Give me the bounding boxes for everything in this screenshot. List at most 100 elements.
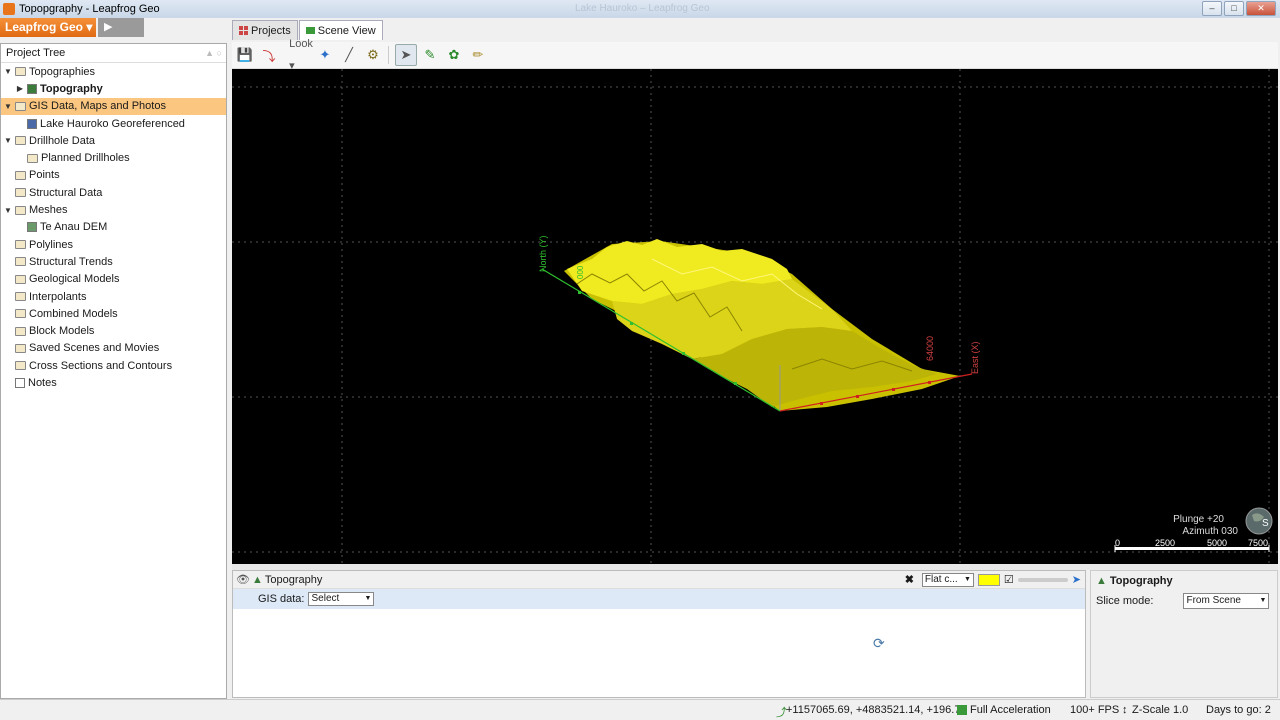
slice-panel-title: Topography bbox=[1109, 575, 1173, 587]
tree-item[interactable]: Combined Models bbox=[1, 305, 226, 322]
tree-item-label: Te Anau DEM bbox=[40, 221, 108, 234]
zscale-icon[interactable]: ↕ bbox=[1122, 704, 1128, 716]
slice-mode-value: From Scene bbox=[1186, 595, 1241, 606]
folder-icon bbox=[15, 136, 26, 146]
tree-item[interactable]: Structural Data bbox=[1, 184, 226, 201]
ghost-window-title: Lake Hauroko – Leapfrog Geo bbox=[575, 3, 710, 14]
folder-icon bbox=[15, 170, 26, 180]
tree-item-label: Interpolants bbox=[29, 290, 87, 303]
orientation-globe-icon[interactable]: S bbox=[1245, 507, 1273, 535]
checkbox-icon[interactable]: ☑ bbox=[1004, 573, 1014, 586]
properties-controls: ✖ Flat c... ▼ ☑ ➤ bbox=[905, 572, 1081, 587]
tree-item[interactable]: ▼ Topographies bbox=[1, 63, 226, 80]
slice-mode-label: Slice mode: bbox=[1096, 595, 1154, 607]
east-tick-label: 64000 bbox=[925, 336, 935, 361]
opacity-slider[interactable] bbox=[1017, 577, 1068, 582]
tree-item[interactable]: Te Anau DEM bbox=[1, 219, 226, 236]
remove-icon[interactable]: ✖ bbox=[905, 573, 914, 586]
tab-projects-label: Projects bbox=[251, 24, 291, 37]
tab-scene-view-label: Scene View bbox=[317, 24, 376, 37]
tree-item[interactable]: Saved Scenes and Movies bbox=[1, 340, 226, 357]
gis-data-select[interactable]: Select ▼ bbox=[308, 592, 375, 606]
folder-icon bbox=[15, 188, 26, 198]
tree-item[interactable]: Cross Sections and Contours bbox=[1, 357, 226, 374]
tree-item-label: Topography bbox=[40, 82, 103, 95]
folder-icon bbox=[15, 257, 26, 267]
look-dropdown[interactable]: Look ▾ bbox=[289, 38, 313, 72]
tree-item[interactable]: ▼ Meshes bbox=[1, 201, 226, 218]
tree-item-label: Structural Trends bbox=[29, 255, 113, 268]
ruler-tool-icon[interactable]: ╱ bbox=[338, 44, 360, 66]
folder-icon bbox=[15, 274, 26, 284]
scale-label-2500: 2500 bbox=[1155, 538, 1175, 548]
folder-icon bbox=[15, 205, 26, 215]
close-button[interactable]: ✕ bbox=[1246, 1, 1276, 16]
share-scene-icon[interactable]: ⤵ bbox=[258, 44, 280, 66]
properties-title: Topography bbox=[264, 573, 323, 586]
tree-item-label: Polylines bbox=[29, 238, 74, 251]
select-pointer-icon[interactable]: ➤ bbox=[395, 44, 417, 66]
loading-cursor-icon: ⟳ bbox=[873, 635, 885, 651]
tree-item-label: GIS Data, Maps and Photos bbox=[29, 100, 166, 113]
tree-item-label: Points bbox=[29, 169, 60, 182]
tree-item[interactable]: ▼ Drillhole Data bbox=[1, 132, 226, 149]
scale-label-5000: 5000 bbox=[1207, 538, 1227, 548]
folder-icon bbox=[15, 309, 26, 319]
expand-down-icon[interactable]: ▼ bbox=[3, 136, 13, 145]
draw-line-icon[interactable]: ✎ bbox=[419, 44, 441, 66]
folder-icon bbox=[15, 101, 26, 111]
slice-tool-icon[interactable]: ✦ bbox=[314, 44, 336, 66]
expand-right-icon[interactable]: ▶ bbox=[15, 84, 25, 93]
tree-item[interactable]: Structural Trends bbox=[1, 253, 226, 270]
leapfrog-geo-menu-button[interactable]: Leapfrog Geo ▾ bbox=[0, 18, 96, 37]
minimize-button[interactable]: – bbox=[1202, 1, 1222, 16]
scene-viewport[interactable]: North (Y) 000 East (X) 64000 Plunge +20 … bbox=[232, 69, 1278, 564]
tree-item[interactable]: ▶ Topography bbox=[1, 80, 226, 97]
scene-canvas[interactable]: North (Y) 000 East (X) 64000 Plunge +20 … bbox=[232, 69, 1278, 564]
pin-icon[interactable]: ▲ ○ bbox=[205, 48, 222, 58]
tree-item[interactable]: Notes bbox=[1, 374, 226, 391]
mesh-icon bbox=[27, 222, 37, 233]
tree-item[interactable]: Points bbox=[1, 167, 226, 184]
tree-item-label: Geological Models bbox=[29, 273, 120, 286]
color-swatch[interactable] bbox=[977, 573, 1000, 586]
north-tick-label: 000 bbox=[576, 265, 585, 279]
play-button[interactable]: ▶ bbox=[98, 18, 144, 37]
display-mode-select[interactable]: Flat c... ▼ bbox=[921, 572, 974, 587]
save-scene-icon[interactable]: 💾 bbox=[234, 44, 256, 66]
tree-item-label: Meshes bbox=[29, 204, 68, 217]
drillhole-tool-icon[interactable]: ⚙ bbox=[362, 44, 384, 66]
grid-icon bbox=[239, 26, 248, 35]
tree-item[interactable]: Block Models bbox=[1, 322, 226, 339]
tree-item[interactable]: ▼ GIS Data, Maps and Photos bbox=[1, 97, 226, 115]
tree-item[interactable]: Polylines bbox=[1, 236, 226, 253]
tab-projects[interactable]: Projects bbox=[232, 20, 298, 40]
svg-text:S: S bbox=[1262, 518, 1269, 529]
expand-down-icon[interactable]: ▼ bbox=[3, 206, 13, 215]
tree-item-label: Notes bbox=[28, 376, 57, 389]
tree-item[interactable]: Geological Models bbox=[1, 271, 226, 288]
pencil-icon[interactable]: ✏ bbox=[467, 44, 489, 66]
topography-icon: ▲ bbox=[251, 573, 263, 586]
folder-icon bbox=[15, 240, 26, 250]
expand-down-icon[interactable]: ▼ bbox=[3, 102, 13, 111]
window-titlebar: Topopgraphy - Leapfrog Geo Lake Hauroko … bbox=[0, 0, 1280, 18]
draw-points-icon[interactable]: ✿ bbox=[443, 44, 465, 66]
tree-item[interactable]: Planned Drillholes bbox=[1, 149, 226, 166]
arrow-icon[interactable]: ➤ bbox=[1072, 573, 1081, 586]
tree-item[interactable]: Lake Hauroko Georeferenced bbox=[1, 115, 226, 132]
slice-mode-select[interactable]: From Scene ▼ bbox=[1183, 593, 1270, 609]
tree-item[interactable]: Interpolants bbox=[1, 288, 226, 305]
zscale-readout[interactable]: Z-Scale 1.0 bbox=[1132, 704, 1188, 716]
gis-data-row: GIS data: Select ▼ bbox=[233, 589, 1085, 609]
slice-panel-header: ▲ Topography bbox=[1091, 571, 1277, 591]
visibility-eye-icon[interactable]: 👁 bbox=[236, 573, 250, 586]
days-remaining: Days to go: 2 bbox=[1206, 704, 1271, 716]
scene-toolbar: 💾 ⤵ Look ▾ ✦ ╱ ⚙ ➤ ✎ ✿ ✏ bbox=[232, 38, 1278, 72]
expand-down-icon[interactable]: ▼ bbox=[3, 67, 13, 76]
brand-bar: Leapfrog Geo ▾ ▶ bbox=[0, 18, 230, 38]
folder-icon bbox=[15, 326, 26, 336]
maximize-button[interactable]: □ bbox=[1224, 1, 1244, 16]
chevron-down-icon: ▼ bbox=[963, 575, 971, 583]
properties-header: 👁 ▲ Topography ✖ Flat c... ▼ ☑ ➤ bbox=[233, 571, 1085, 589]
